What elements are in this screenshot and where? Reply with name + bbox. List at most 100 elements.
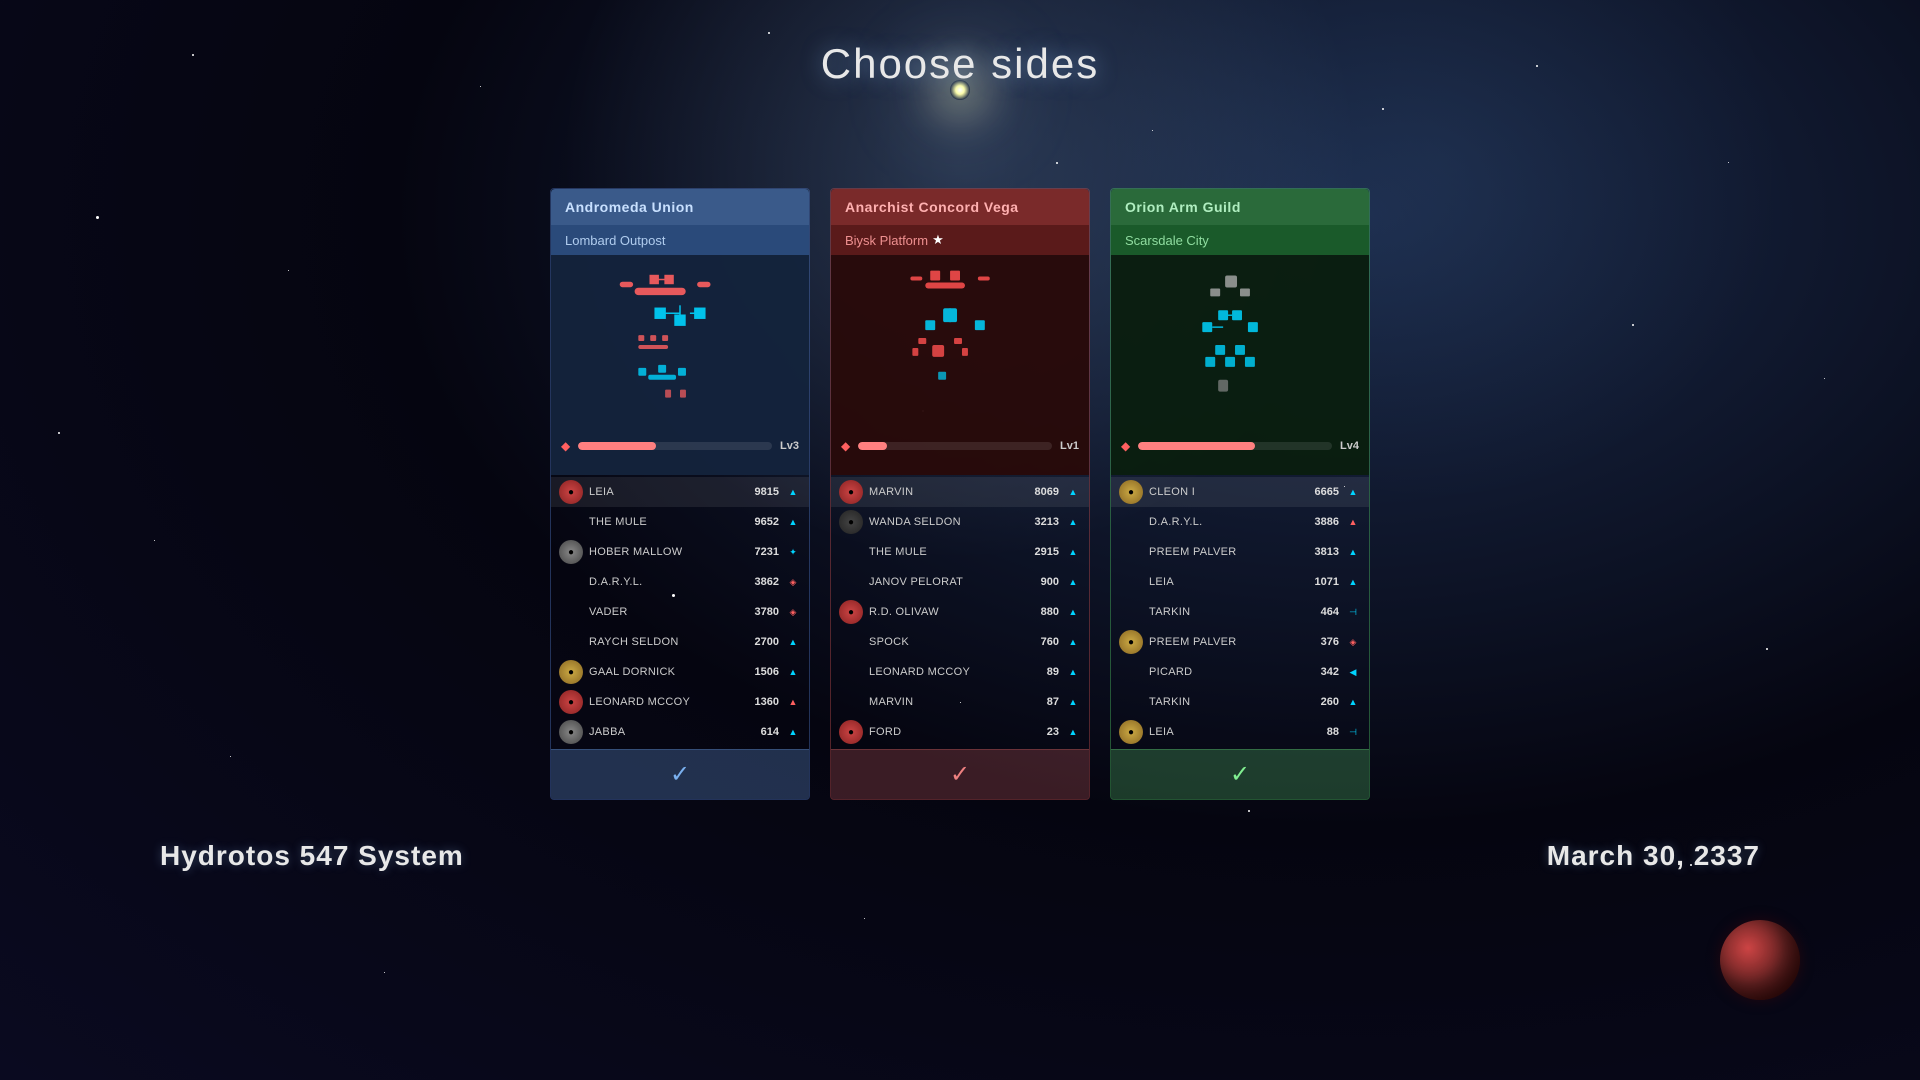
player-row: D.A.R.Y.L. 3862 ◈: [551, 567, 809, 597]
player-row: THE MULE 9652 ▲: [551, 507, 809, 537]
player-avatar: [839, 630, 863, 654]
player-row: PREEM PALVER 3813 ▲: [1111, 537, 1369, 567]
checkmark-icon: ✓: [670, 760, 690, 789]
player-row: JANOV PELORAT 900 ▲: [831, 567, 1089, 597]
player-ship-icon: ✦: [785, 544, 801, 560]
faction-name: Orion Arm Guild: [1111, 189, 1369, 225]
player-list: ● LEIA 9815 ▲ THE MULE 9652 ▲ ● HOBER MA…: [551, 475, 809, 749]
player-score: 1071: [1299, 576, 1339, 588]
player-name: MARVIN: [869, 486, 1013, 498]
player-row: ● CLEON I 6665 ▲: [1111, 477, 1369, 507]
player-ship-icon: ⊣: [1345, 724, 1361, 740]
player-row: RAYCH SELDON 2700 ▲: [551, 627, 809, 657]
ship-display: [831, 255, 1089, 435]
checkmark-icon: ✓: [950, 760, 970, 789]
player-avatar: [1119, 510, 1143, 534]
player-name: SPOCK: [869, 636, 1013, 648]
player-ship-icon: ▲: [1065, 634, 1081, 650]
player-ship-icon: ◈: [1345, 634, 1361, 650]
player-avatar: [1119, 660, 1143, 684]
player-avatar: [839, 570, 863, 594]
player-ship-icon: ▲: [785, 484, 801, 500]
player-ship-icon: ◈: [785, 574, 801, 590]
player-name: PREEM PALVER: [1149, 546, 1293, 558]
player-score: 1506: [739, 666, 779, 678]
player-row: ● MARVIN 8069 ▲: [831, 477, 1089, 507]
player-ship-icon: ▲: [1345, 694, 1361, 710]
diamond-icon: ◆: [1121, 439, 1130, 453]
faction-name: Anarchist Concord Vega: [831, 189, 1089, 225]
player-avatar: ●: [839, 600, 863, 624]
player-score: 8069: [1019, 486, 1059, 498]
player-avatar: ●: [559, 690, 583, 714]
level-bar: ◆ Lv1: [831, 435, 1089, 457]
player-row: LEONARD MCCOY 89 ▲: [831, 657, 1089, 687]
player-ship-icon: ⊣: [1345, 604, 1361, 620]
player-name: LEONARD MCCOY: [869, 666, 1013, 678]
level-bar: ◆ Lv4: [1111, 435, 1369, 457]
player-score: 3213: [1019, 516, 1059, 528]
player-ship-icon: ▲: [785, 694, 801, 710]
player-name: CLEON I: [1149, 486, 1293, 498]
card-orion[interactable]: Orion Arm Guild Scarsdale City: [1110, 188, 1370, 800]
select-faction-button[interactable]: ✓: [831, 749, 1089, 799]
player-row: ● R.D. OLIVAW 880 ▲: [831, 597, 1089, 627]
player-name: LEIA: [589, 486, 733, 498]
player-score: 760: [1019, 636, 1059, 648]
player-name: THE MULE: [589, 516, 733, 528]
player-row: ● HOBER MALLOW 7231 ✦: [551, 537, 809, 567]
player-name: D.A.R.Y.L.: [1149, 516, 1293, 528]
player-avatar: [839, 660, 863, 684]
player-ship-icon: ▲: [1345, 574, 1361, 590]
card-inner: Anarchist Concord Vega Biysk Platform ★: [830, 188, 1090, 800]
ship-display-area: ◆ Lv1: [831, 255, 1089, 475]
player-avatar: [1119, 600, 1143, 624]
player-name: PICARD: [1149, 666, 1293, 678]
player-name: TARKIN: [1149, 696, 1293, 708]
player-name: JANOV PELORAT: [869, 576, 1013, 588]
player-ship-icon: ▲: [1065, 724, 1081, 740]
player-name: LEONARD MCCOY: [589, 696, 733, 708]
player-avatar: [1119, 540, 1143, 564]
player-ship-icon: ▲: [1065, 694, 1081, 710]
progress-bar: [858, 442, 1052, 450]
checkmark-icon: ✓: [1230, 760, 1250, 789]
player-name: THE MULE: [869, 546, 1013, 558]
player-row: ● LEONARD MCCOY 1360 ▲: [551, 687, 809, 717]
player-row: TARKIN 260 ▲: [1111, 687, 1369, 717]
select-faction-button[interactable]: ✓: [551, 749, 809, 799]
player-row: TARKIN 464 ⊣: [1111, 597, 1369, 627]
player-name: LEIA: [1149, 576, 1293, 588]
faction-name: Andromeda Union: [551, 189, 809, 225]
player-score: 880: [1019, 606, 1059, 618]
player-avatar: [1119, 690, 1143, 714]
player-name: WANDA SELDON: [869, 516, 1013, 528]
player-row: ● GAAL DORNICK 1506 ▲: [551, 657, 809, 687]
player-row: ● FORD 23 ▲: [831, 717, 1089, 747]
player-ship-icon: ▲: [1345, 514, 1361, 530]
progress-fill: [858, 442, 887, 450]
player-score: 3862: [739, 576, 779, 588]
select-faction-button[interactable]: ✓: [1111, 749, 1369, 799]
player-row: THE MULE 2915 ▲: [831, 537, 1089, 567]
system-label: Hydrotos 547 System: [160, 840, 464, 872]
player-row: ● WANDA SELDON 3213 ▲: [831, 507, 1089, 537]
card-anarchist[interactable]: Anarchist Concord Vega Biysk Platform ★: [830, 188, 1090, 800]
player-avatar: [559, 600, 583, 624]
progress-fill: [578, 442, 656, 450]
player-row: VADER 3780 ◈: [551, 597, 809, 627]
player-score: 900: [1019, 576, 1059, 588]
progress-bar: [578, 442, 772, 450]
player-avatar: ●: [559, 480, 583, 504]
player-avatar: [559, 630, 583, 654]
player-name: D.A.R.Y.L.: [589, 576, 733, 588]
player-ship-icon: ▲: [785, 724, 801, 740]
player-score: 3886: [1299, 516, 1339, 528]
player-name: MARVIN: [869, 696, 1013, 708]
player-list: ● CLEON I 6665 ▲ D.A.R.Y.L. 3886 ▲ PREEM…: [1111, 475, 1369, 749]
player-score: 614: [739, 726, 779, 738]
player-score: 7231: [739, 546, 779, 558]
card-andromeda[interactable]: Andromeda Union Lombard Outpost: [550, 188, 810, 800]
faction-location: Scarsdale City: [1111, 225, 1369, 255]
player-row: D.A.R.Y.L. 3886 ▲: [1111, 507, 1369, 537]
